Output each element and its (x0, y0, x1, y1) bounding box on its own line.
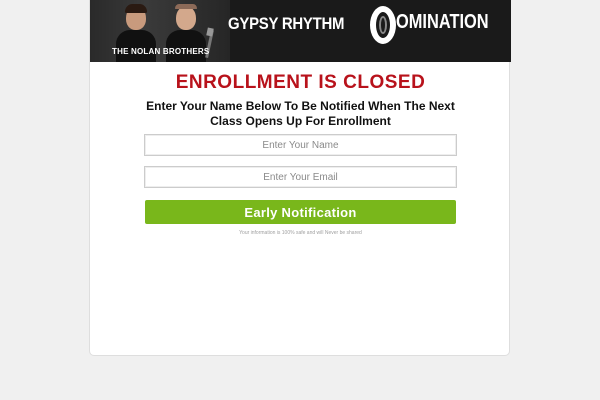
banner-title: GYPSY RHYTHM (228, 14, 345, 33)
name-input[interactable] (144, 134, 457, 156)
optin-card: THE NOLAN BROTHERS GYPSY RHYTHM OMINATIO… (89, 0, 511, 356)
email-input[interactable] (144, 166, 457, 188)
page-title: ENROLLMENT IS CLOSED (175, 72, 426, 93)
privacy-note: Your information is 100% safe and will N… (239, 230, 362, 236)
band-photo: THE NOLAN BROTHERS (90, 0, 230, 62)
brothers-label: THE NOLAN BROTHERS (112, 47, 210, 56)
stylized-d-inner-icon (379, 16, 387, 34)
early-notification-button[interactable]: Early Notification (145, 200, 456, 224)
subheading: Enter Your Name Below To Be Notified Whe… (146, 99, 455, 128)
banner-title-suffix: OMINATION (396, 11, 489, 33)
page: THE NOLAN BROTHERS GYPSY RHYTHM OMINATIO… (0, 0, 600, 400)
header-banner: THE NOLAN BROTHERS GYPSY RHYTHM OMINATIO… (90, 0, 511, 62)
